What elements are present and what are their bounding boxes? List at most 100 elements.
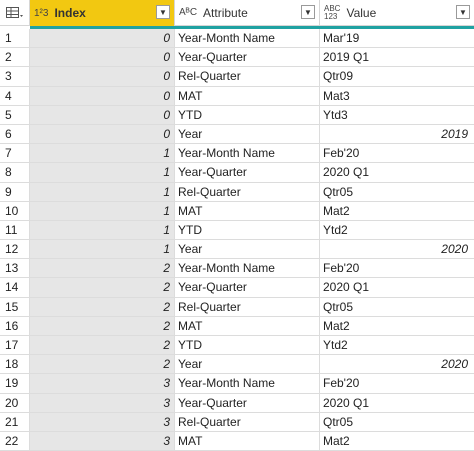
cell-index[interactable]: 0 xyxy=(30,48,175,68)
row-number[interactable]: 5 xyxy=(0,105,30,125)
table-row[interactable]: 11 1 YTD Ytd2 xyxy=(0,220,474,241)
cell-attribute[interactable]: YTD xyxy=(175,105,320,125)
cell-attribute[interactable]: Rel-Quarter xyxy=(175,182,320,202)
cell-index[interactable]: 2 xyxy=(30,297,175,317)
cell-attribute[interactable]: MAT xyxy=(175,316,320,336)
table-row[interactable]: 15 2 Rel-Quarter Qtr05 xyxy=(0,297,474,317)
table-row[interactable]: 3 0 Rel-Quarter Qtr09 xyxy=(0,67,474,87)
cell-attribute[interactable]: MAT xyxy=(175,201,320,221)
table-row[interactable]: 4 0 MAT Mat3 xyxy=(0,86,474,106)
table-row[interactable]: 18 2 Year 2020 xyxy=(0,355,474,375)
cell-index[interactable]: 1 xyxy=(30,163,175,183)
table-row[interactable]: 20 3 Year-Quarter 2020 Q1 xyxy=(0,393,474,413)
cell-attribute[interactable]: Rel-Quarter xyxy=(175,297,320,317)
row-number[interactable]: 2 xyxy=(0,48,30,68)
cell-value[interactable]: Qtr09 xyxy=(320,67,474,87)
cell-value[interactable]: 2020 Q1 xyxy=(320,278,474,298)
whole-number-type-icon[interactable]: 1²3 xyxy=(34,8,48,19)
text-type-icon[interactable]: AᴮC xyxy=(179,7,197,18)
row-number[interactable]: 18 xyxy=(0,355,30,375)
cell-index[interactable]: 2 xyxy=(30,278,175,298)
cell-value[interactable]: Qtr05 xyxy=(320,183,474,202)
table-row[interactable]: 1 0 Year-Month Name Mar'19 xyxy=(0,29,474,49)
row-number[interactable]: 17 xyxy=(0,336,30,356)
cell-index[interactable]: 3 xyxy=(30,431,175,451)
cell-value[interactable]: Ytd2 xyxy=(320,336,474,356)
table-row[interactable]: 10 1 MAT Mat2 xyxy=(0,201,474,221)
filter-dropdown-attribute[interactable]: ▼ xyxy=(301,5,315,19)
column-header-index[interactable]: 1²3 Index ▼ xyxy=(30,0,175,26)
cell-value[interactable]: 2019 Q1 xyxy=(320,48,474,68)
table-row[interactable]: 21 3 Rel-Quarter Qtr05 xyxy=(0,412,474,432)
table-row[interactable]: 9 1 Rel-Quarter Qtr05 xyxy=(0,182,474,202)
cell-value[interactable]: Mat2 xyxy=(320,432,474,451)
cell-attribute[interactable]: Year xyxy=(175,124,320,145)
row-number[interactable]: 1 xyxy=(0,29,30,49)
row-number[interactable]: 3 xyxy=(0,67,30,87)
row-number[interactable]: 19 xyxy=(0,374,30,394)
cell-attribute[interactable]: Year xyxy=(175,355,320,375)
row-number[interactable]: 6 xyxy=(0,124,30,145)
cell-index[interactable]: 1 xyxy=(30,201,175,221)
table-row[interactable]: 6 0 Year 2019 xyxy=(0,124,474,145)
row-number[interactable]: 11 xyxy=(0,220,30,241)
cell-attribute[interactable]: Year-Month Name xyxy=(175,374,320,394)
cell-index[interactable]: 3 xyxy=(30,374,175,394)
table-row[interactable]: 5 0 YTD Ytd3 xyxy=(0,105,474,125)
cell-value[interactable]: 2020 Q1 xyxy=(320,163,474,183)
cell-index[interactable]: 1 xyxy=(30,182,175,202)
cell-index[interactable]: 2 xyxy=(30,336,175,356)
cell-value[interactable]: Mat2 xyxy=(320,317,474,336)
cell-attribute[interactable]: Year-Month Name xyxy=(175,29,320,49)
row-number[interactable]: 14 xyxy=(0,278,30,298)
cell-value[interactable]: Ytd2 xyxy=(320,221,474,241)
cell-value[interactable]: Qtr05 xyxy=(320,298,474,317)
cell-index[interactable]: 0 xyxy=(30,67,175,87)
filter-dropdown-index[interactable]: ▼ xyxy=(156,5,170,19)
cell-value[interactable]: Mat3 xyxy=(320,87,474,106)
cell-index[interactable]: 2 xyxy=(30,316,175,336)
cell-index[interactable]: 0 xyxy=(30,86,175,106)
cell-value[interactable]: 2019 xyxy=(320,125,474,145)
cell-attribute[interactable]: Year-Quarter xyxy=(175,48,320,68)
cell-index[interactable]: 3 xyxy=(30,412,175,432)
cell-attribute[interactable]: Rel-Quarter xyxy=(175,67,320,87)
cell-value[interactable]: 2020 xyxy=(320,355,474,375)
row-number[interactable]: 21 xyxy=(0,412,30,432)
table-row[interactable]: 19 3 Year-Month Name Feb'20 xyxy=(0,374,474,394)
cell-index[interactable]: 3 xyxy=(30,393,175,413)
table-row[interactable]: 8 1 Year-Quarter 2020 Q1 xyxy=(0,163,474,183)
table-row[interactable]: 13 2 Year-Month Name Feb'20 xyxy=(0,259,474,279)
row-number[interactable]: 7 xyxy=(0,144,30,164)
table-row[interactable]: 14 2 Year-Quarter 2020 Q1 xyxy=(0,278,474,298)
cell-attribute[interactable]: YTD xyxy=(175,220,320,241)
column-header-attribute[interactable]: AᴮC Attribute ▼ xyxy=(175,0,320,26)
cell-attribute[interactable]: YTD xyxy=(175,336,320,356)
row-number[interactable]: 15 xyxy=(0,297,30,317)
cell-attribute[interactable]: MAT xyxy=(175,431,320,451)
cell-attribute[interactable]: MAT xyxy=(175,86,320,106)
cell-attribute[interactable]: Rel-Quarter xyxy=(175,412,320,432)
row-number[interactable]: 8 xyxy=(0,163,30,183)
cell-attribute[interactable]: Year-Month Name xyxy=(175,144,320,164)
table-row[interactable]: 2 0 Year-Quarter 2019 Q1 xyxy=(0,48,474,68)
cell-value[interactable]: Ytd3 xyxy=(320,106,474,125)
cell-attribute[interactable]: Year-Quarter xyxy=(175,278,320,298)
row-number[interactable]: 9 xyxy=(0,182,30,202)
cell-index[interactable]: 2 xyxy=(30,259,175,279)
cell-index[interactable]: 1 xyxy=(30,144,175,164)
cell-index[interactable]: 0 xyxy=(30,29,175,49)
cell-value[interactable]: 2020 xyxy=(320,240,474,260)
cell-attribute[interactable]: Year xyxy=(175,240,320,260)
row-number[interactable]: 10 xyxy=(0,201,30,221)
filter-dropdown-value[interactable]: ▼ xyxy=(456,5,470,19)
cell-index[interactable]: 0 xyxy=(30,105,175,125)
cell-value[interactable]: Mar'19 xyxy=(320,29,474,49)
cell-index[interactable]: 2 xyxy=(30,355,175,375)
column-header-value[interactable]: ABC 123 Value ▼ xyxy=(320,0,474,26)
cell-attribute[interactable]: Year-Quarter xyxy=(175,393,320,413)
cell-value[interactable]: Qtr05 xyxy=(320,413,474,432)
row-number[interactable]: 20 xyxy=(0,393,30,413)
row-number[interactable]: 4 xyxy=(0,86,30,106)
cell-index[interactable]: 0 xyxy=(30,124,175,145)
